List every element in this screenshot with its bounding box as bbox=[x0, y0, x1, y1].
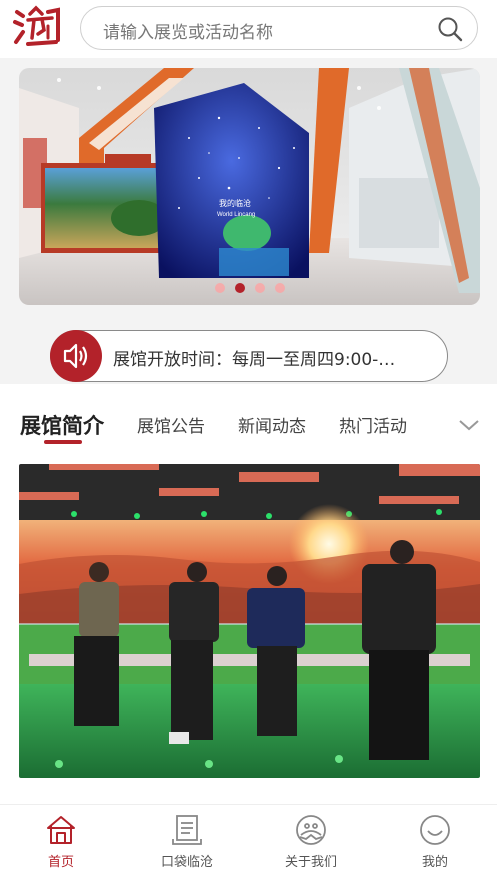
nav-pocket-lincang-label: 口袋临沧 bbox=[160, 855, 213, 870]
chevron-down-icon[interactable] bbox=[458, 418, 480, 432]
active-tab-indicator bbox=[44, 440, 82, 444]
smile-icon bbox=[420, 815, 450, 845]
tab-announcements[interactable]: 展馆公告 bbox=[137, 412, 205, 437]
nav-mine-label: 我的 bbox=[421, 855, 448, 870]
tab-hall-intro[interactable]: 展馆简介 bbox=[20, 410, 104, 440]
speaker-icon-button[interactable] bbox=[50, 330, 102, 382]
book-icon bbox=[172, 815, 202, 845]
home-icon bbox=[47, 816, 75, 844]
banner-sign-text: 我的临沧 bbox=[219, 198, 251, 208]
about-icon bbox=[296, 815, 326, 845]
carousel-dot[interactable] bbox=[274, 283, 285, 293]
hall-intro-image[interactable] bbox=[19, 464, 480, 778]
nav-mine[interactable]: 我的 bbox=[390, 813, 480, 870]
nav-about[interactable]: 关于我们 bbox=[266, 813, 356, 870]
main-content: 展馆简介 展馆公告 新闻动态 热门活动 bbox=[0, 384, 497, 804]
speaker-icon bbox=[63, 343, 88, 369]
banner-carousel: 我的临沧 World Lincang bbox=[0, 58, 497, 316]
banner-image[interactable]: 我的临沧 World Lincang bbox=[19, 68, 480, 305]
carousel-dot[interactable] bbox=[214, 283, 225, 293]
carousel-dot-active[interactable] bbox=[234, 283, 245, 293]
bottom-nav: 首页 口袋临沧 关于我们 我的 bbox=[0, 804, 497, 883]
calligraphy-seal-logo[interactable] bbox=[12, 4, 62, 50]
nav-home-label: 首页 bbox=[47, 855, 74, 870]
nav-home[interactable]: 首页 bbox=[16, 813, 106, 870]
carousel-indicators bbox=[19, 283, 480, 293]
search-input[interactable]: 请输入展览或活动名称 bbox=[103, 18, 273, 43]
tab-news[interactable]: 新闻动态 bbox=[238, 412, 306, 437]
banner-sign-text-en: World Lincang bbox=[217, 212, 255, 218]
search-icon[interactable] bbox=[437, 16, 463, 42]
notice-section: 展馆开放时间：每周一至周四9:00-… bbox=[0, 316, 497, 384]
nav-pocket-lincang[interactable]: 口袋临沧 bbox=[142, 813, 232, 870]
top-bar: 请输入展览或活动名称 bbox=[0, 0, 497, 58]
exhibition-hall-photo: 我的临沧 World Lincang bbox=[19, 68, 480, 305]
notice-bar[interactable]: 展馆开放时间：每周一至周四9:00-… bbox=[50, 330, 448, 382]
tab-bar: 展馆简介 展馆公告 新闻动态 热门活动 bbox=[0, 384, 497, 446]
tab-hot-events[interactable]: 热门活动 bbox=[339, 412, 407, 437]
visitors-photo bbox=[19, 464, 480, 778]
notice-text: 展馆开放时间：每周一至周四9:00-… bbox=[113, 350, 396, 370]
search-bar[interactable]: 请输入展览或活动名称 bbox=[80, 6, 478, 50]
nav-about-label: 关于我们 bbox=[284, 855, 337, 870]
carousel-dot[interactable] bbox=[254, 283, 265, 293]
